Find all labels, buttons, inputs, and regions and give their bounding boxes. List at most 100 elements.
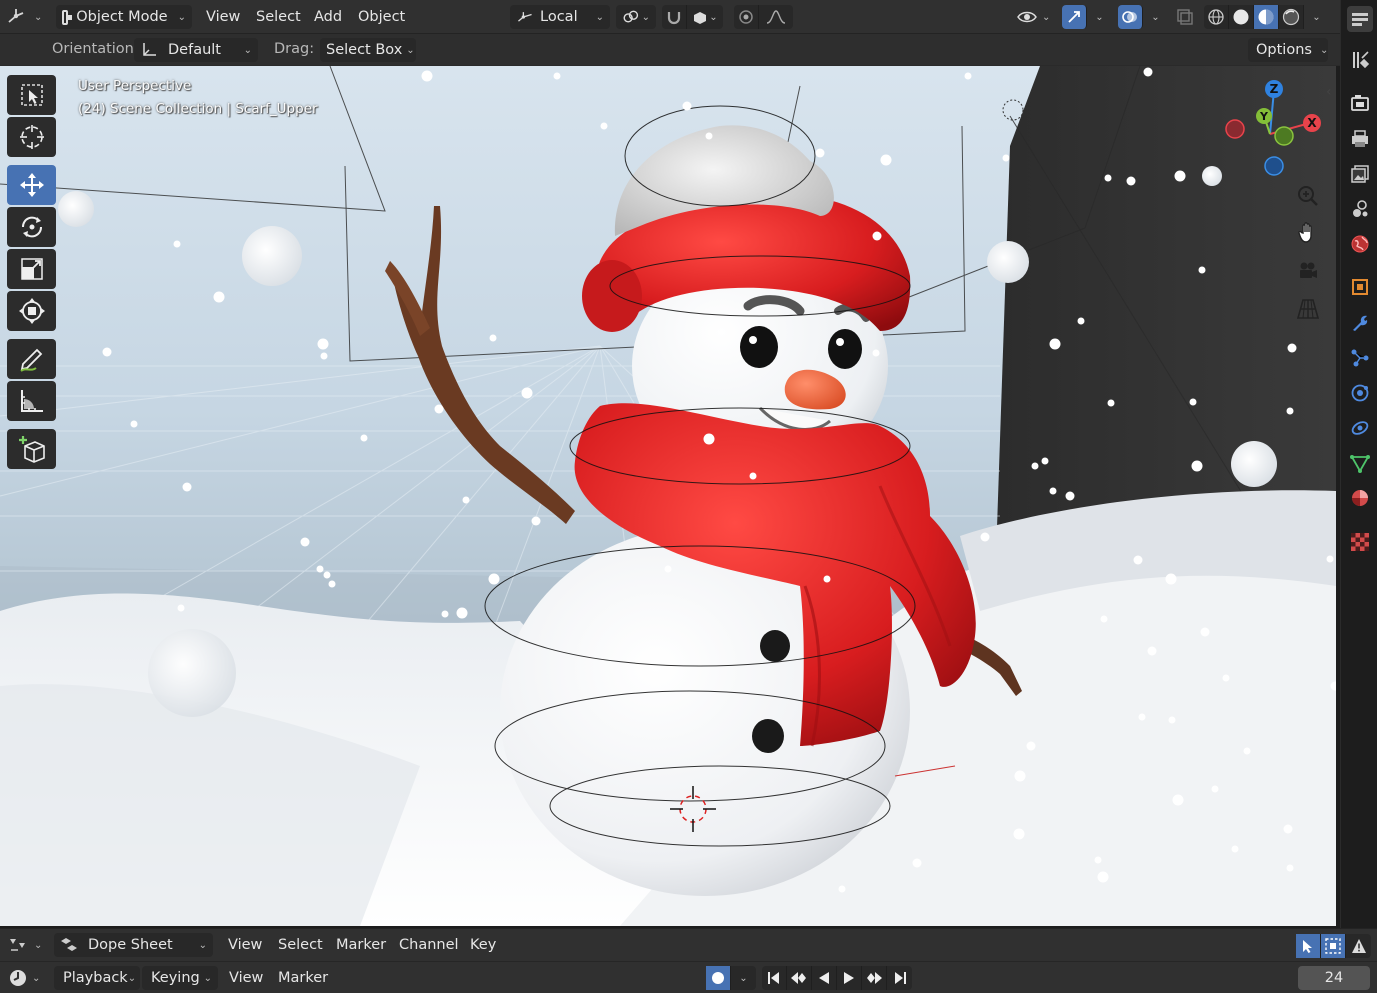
overlay-dropdown[interactable]: ⌄	[1143, 5, 1168, 29]
output-printer-icon	[1352, 130, 1368, 147]
keying-set-dropdown[interactable]: ⌄	[731, 966, 756, 990]
material-sphere-icon	[1258, 9, 1274, 25]
transform-orientation-dropdown[interactable]: Local ⌄	[510, 5, 610, 29]
tab-constraints[interactable]	[1347, 415, 1373, 441]
tab-view-layer[interactable]	[1347, 161, 1373, 187]
tab-world[interactable]	[1347, 231, 1373, 257]
proportional-group	[734, 5, 793, 29]
tool-select-box[interactable]	[7, 75, 56, 115]
menu-view[interactable]: View	[206, 5, 240, 29]
mode-dropdown[interactable]: Object Mode ⌄	[56, 5, 192, 29]
chevron-down-icon: ⌄	[177, 11, 186, 23]
current-frame-field[interactable]: 24	[1298, 966, 1370, 990]
visibility-dropdown[interactable]: ⌄	[1016, 5, 1050, 29]
tool-add-cube[interactable]	[7, 429, 56, 469]
tab-texture[interactable]	[1347, 529, 1373, 555]
tab-output[interactable]	[1347, 126, 1373, 152]
3d-viewport[interactable]: User Perspective (24) Scene Collection |…	[0, 66, 1336, 926]
gizmo-neg-z[interactable]	[1264, 156, 1284, 176]
object-mode-icon	[62, 9, 72, 25]
shading-dropdown[interactable]: ⌄	[1304, 5, 1329, 29]
timeline-menu-view[interactable]: View	[229, 966, 263, 990]
gizmo-toggle[interactable]	[1062, 5, 1087, 29]
menu-add[interactable]: Add	[314, 5, 342, 29]
dope-menu-select[interactable]: Select	[278, 933, 323, 957]
timeline-editor-type-button[interactable]: ⌄	[8, 966, 40, 990]
camera-view-button[interactable]	[1291, 254, 1325, 288]
tool-annotate[interactable]	[7, 339, 56, 379]
dope-editor-type-button[interactable]: ⌄	[8, 933, 42, 957]
pan-button[interactable]	[1291, 216, 1325, 250]
tool-shelf	[7, 75, 56, 471]
prev-keyframe-button[interactable]	[787, 966, 812, 990]
dope-menu-key[interactable]: Key	[470, 933, 496, 957]
orientation-dropdown[interactable]: Default ⌄	[134, 38, 258, 62]
snap-target-dropdown[interactable]: ⌄	[687, 5, 723, 29]
proportional-falloff-dropdown[interactable]	[759, 5, 793, 29]
snowflake	[1283, 824, 1293, 834]
overlay-toggle[interactable]	[1118, 5, 1143, 29]
tab-data[interactable]	[1347, 450, 1373, 476]
play-reverse-button[interactable]	[812, 966, 837, 990]
properties-editor-icon	[1352, 13, 1368, 26]
pivot-point-dropdown[interactable]: ⌄	[616, 5, 656, 29]
dope-menu-channel[interactable]: Channel	[399, 933, 459, 957]
play-button[interactable]	[837, 966, 862, 990]
jump-end-button[interactable]	[887, 966, 912, 990]
only-selected-toggle[interactable]	[1296, 934, 1321, 958]
snowflake	[462, 496, 470, 504]
shading-wireframe-button[interactable]	[1204, 5, 1229, 29]
menu-select[interactable]: Select	[256, 5, 301, 29]
dope-menu-marker[interactable]: Marker	[336, 933, 386, 957]
tab-scene[interactable]	[1347, 196, 1373, 222]
timeline-menu-marker[interactable]: Marker	[278, 966, 328, 990]
tool-measure[interactable]	[7, 381, 56, 421]
gizmo-dropdown[interactable]: ⌄	[1087, 5, 1112, 29]
editor-type-button[interactable]: ⌄	[6, 5, 42, 29]
navigation-gizmo[interactable]: Z Y X	[1214, 78, 1326, 190]
snap-toggle[interactable]	[662, 5, 687, 29]
jump-start-button[interactable]	[762, 966, 787, 990]
proportional-edit-toggle[interactable]	[734, 5, 759, 29]
editor-type-properties[interactable]	[1347, 6, 1373, 32]
playback-dropdown[interactable]: Playback ⌄	[54, 966, 140, 990]
annotate-pencil-icon	[19, 348, 42, 372]
only-errors-toggle[interactable]	[1346, 934, 1371, 958]
dope-menu-view[interactable]: View	[228, 933, 262, 957]
shading-rendered-button[interactable]	[1279, 5, 1304, 29]
keying-dropdown[interactable]: Keying ⌄	[142, 966, 218, 990]
snowflake	[177, 604, 185, 612]
dope-mode-dropdown[interactable]: Dope Sheet ⌄	[54, 933, 213, 957]
sidebar-toggle-arrow[interactable]: ‹	[1326, 84, 1332, 100]
tab-tool[interactable]	[1347, 47, 1373, 73]
chevron-down-icon: ⌄	[32, 972, 41, 984]
options-dropdown[interactable]: Options ⌄	[1248, 38, 1328, 62]
tool-scale[interactable]	[7, 249, 56, 289]
eye-selectability-icon	[1017, 11, 1037, 23]
tool-transform[interactable]	[7, 291, 56, 331]
gizmo-neg-y[interactable]	[1274, 126, 1294, 146]
show-hidden-toggle[interactable]	[1321, 934, 1346, 958]
local-orientation-icon	[518, 12, 532, 22]
next-keyframe-button[interactable]	[862, 966, 887, 990]
tool-move[interactable]	[7, 165, 56, 205]
tab-object[interactable]	[1347, 274, 1373, 300]
tab-render[interactable]	[1347, 90, 1373, 116]
tool-cursor[interactable]	[7, 117, 56, 157]
tab-modifiers[interactable]	[1347, 310, 1373, 336]
auto-keying-toggle[interactable]	[706, 966, 731, 990]
shading-material-button[interactable]	[1254, 5, 1279, 29]
tab-particles[interactable]	[1347, 345, 1373, 371]
tab-physics[interactable]	[1347, 380, 1373, 406]
menu-object[interactable]: Object	[358, 5, 405, 29]
zoom-button[interactable]	[1291, 179, 1325, 213]
tool-rotate[interactable]	[7, 207, 56, 247]
gizmo-neg-x[interactable]	[1225, 119, 1245, 139]
xray-toggle[interactable]	[1176, 5, 1194, 29]
ortho-toggle-button[interactable]	[1291, 292, 1325, 326]
drag-dropdown[interactable]: Select Box ⌄	[320, 38, 416, 62]
shading-solid-button[interactable]	[1229, 5, 1254, 29]
xray-icon	[1177, 9, 1193, 25]
pointer-icon	[1303, 940, 1312, 953]
tab-material[interactable]	[1347, 485, 1373, 511]
